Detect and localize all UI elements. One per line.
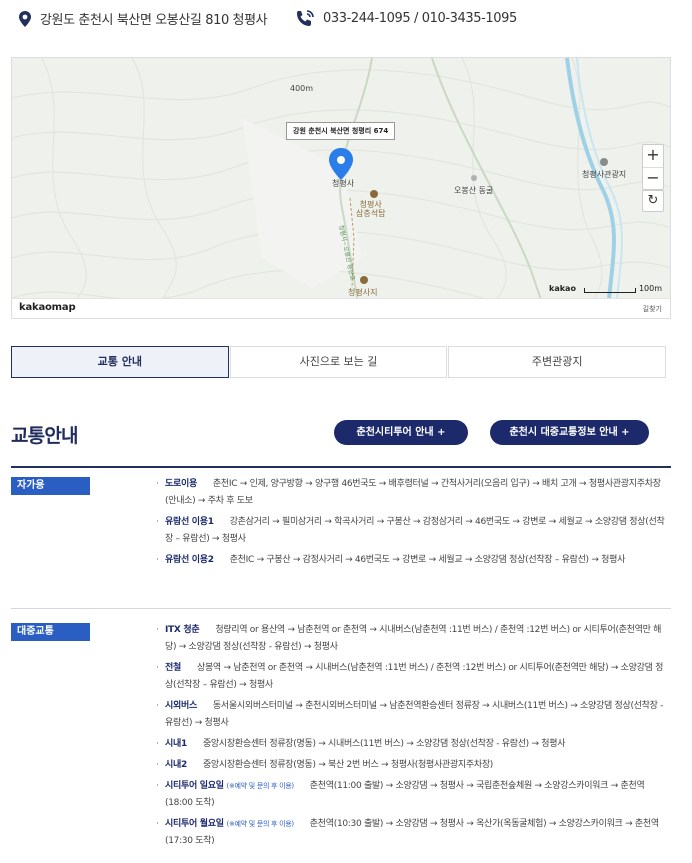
public-route-list: ITX 청춘청량리역 or 용산역 → 남춘천역 or 춘천역 → 시내버스(남… — [154, 622, 671, 854]
map-label-tourist-site: 청평사관광지 — [582, 170, 627, 179]
refresh-button[interactable]: ↻ — [642, 190, 664, 212]
scale-text: 100m — [638, 284, 662, 293]
public-transport-section: 대중교통 ITX 청춘청량리역 or 용산역 → 남춘천역 or 춘천역 → 시… — [11, 608, 671, 863]
category-badge-public: 대중교통 — [11, 623, 90, 641]
list-item: 시내1중앙시장환승센터 정류장(명동) → 시내버스(11번 버스) → 소양강… — [154, 736, 671, 753]
kakaomap-logo[interactable]: kakaomap — [19, 302, 76, 313]
phone-icon — [297, 10, 314, 26]
map-label-elevation: 400m — [290, 84, 314, 93]
map-label-pagoda: 청평사 삼층석탑 — [356, 200, 386, 218]
info-tabs: 교통 안내 사진으로 보는 길 주변관광지 — [11, 346, 667, 378]
map-pin-icon — [19, 10, 31, 27]
car-section: 자가용 도로이용춘천IC → 인제, 양구방향 → 양구행 46번국도 → 배후… — [11, 466, 671, 608]
map-label-temple-site: 청평사지 — [348, 288, 378, 297]
phone-info: 033-244-1095 / 010-3435-1095 — [295, 9, 517, 27]
list-item: 전철상봉역 → 남춘천역 or 춘천역 → 시내버스(남춘천역 :11번 버스)… — [154, 660, 671, 694]
zoom-control: + − — [642, 144, 664, 190]
scale-brand: kakao — [549, 284, 576, 293]
tab-photo-route[interactable]: 사진으로 보는 길 — [229, 346, 448, 378]
address-text: 강원도 춘천시 북산면 오봉산길 810 청평사 — [40, 13, 268, 28]
refresh-icon: ↻ — [647, 193, 659, 208]
page-title: 교통안내 — [11, 425, 79, 447]
map-label-obong-cave: 오봉산 동굴 — [454, 186, 494, 195]
tab-transport[interactable]: 교통 안내 — [11, 346, 229, 378]
category-badge-car: 자가용 — [11, 477, 90, 495]
car-route-list: 도로이용춘천IC → 인제, 양구방향 → 양구행 46번국도 → 배후령터널 … — [154, 476, 671, 573]
directions-link[interactable]: 길찾기 — [643, 304, 662, 314]
list-item: 유람선 이용1강촌삼거리 → 필미삼거리 → 학곡사거리 → 구봉산 → 감정삼… — [154, 514, 671, 548]
list-item: 유람선 이용2춘천IC → 구봉산 → 감정사거리 → 46번국도 → 강변로 … — [154, 552, 671, 569]
map-callout: 강원 춘천시 북산면 청평리 674 — [286, 122, 396, 140]
list-item: 시티투어 월요일 (※예약 및 문의 후 이용)춘천역(10:30 출발) → … — [154, 816, 671, 850]
phone-text: 033-244-1095 / 010-3435-1095 — [323, 10, 517, 26]
list-item: ITX 청춘청량리역 or 용산역 → 남춘천역 or 춘천역 → 시내버스(남… — [154, 622, 671, 656]
map-label-temple: 청평사 — [332, 179, 355, 188]
scale-bar — [583, 288, 636, 293]
zoom-out-button[interactable]: − — [643, 167, 663, 189]
list-item: 시외버스동서울시외버스터미널 → 춘천시외버스터미널 → 남춘천역환승센터 정류… — [154, 698, 671, 732]
map-scale: kakao 100m — [549, 284, 662, 293]
tab-nearby[interactable]: 주변관광지 — [448, 346, 667, 378]
list-item: 시내2중앙시장환승센터 정류장(명동) → 북산 2번 버스 → 청평사(청평사… — [154, 757, 671, 774]
zoom-in-button[interactable]: + — [643, 145, 663, 167]
list-item: 시티투어 일요일 (※예약 및 문의 후 이용)춘천역(11:00 출발) → … — [154, 778, 671, 812]
list-item: 도로이용춘천IC → 인제, 양구방향 → 양구행 46번국도 → 배후령터널 … — [154, 476, 671, 510]
public-transport-button[interactable]: 춘천시 대중교통정보 안내 + — [490, 420, 649, 445]
citytour-button[interactable]: 춘천시티투어 안내 + — [334, 420, 468, 445]
map-footer: kakaomap 길찾기 — [12, 298, 670, 318]
location-info-bar: 강원도 춘천시 북산면 오봉산길 810 청평사 033-244-1095 / … — [0, 0, 692, 44]
address-info: 강원도 춘천시 북산면 오봉산길 810 청평사 — [18, 9, 268, 28]
location-map[interactable]: 강원 춘천시 북산면 청평리 674 청평사 400m 청평사 삼층석탑 청평사… — [11, 57, 671, 319]
